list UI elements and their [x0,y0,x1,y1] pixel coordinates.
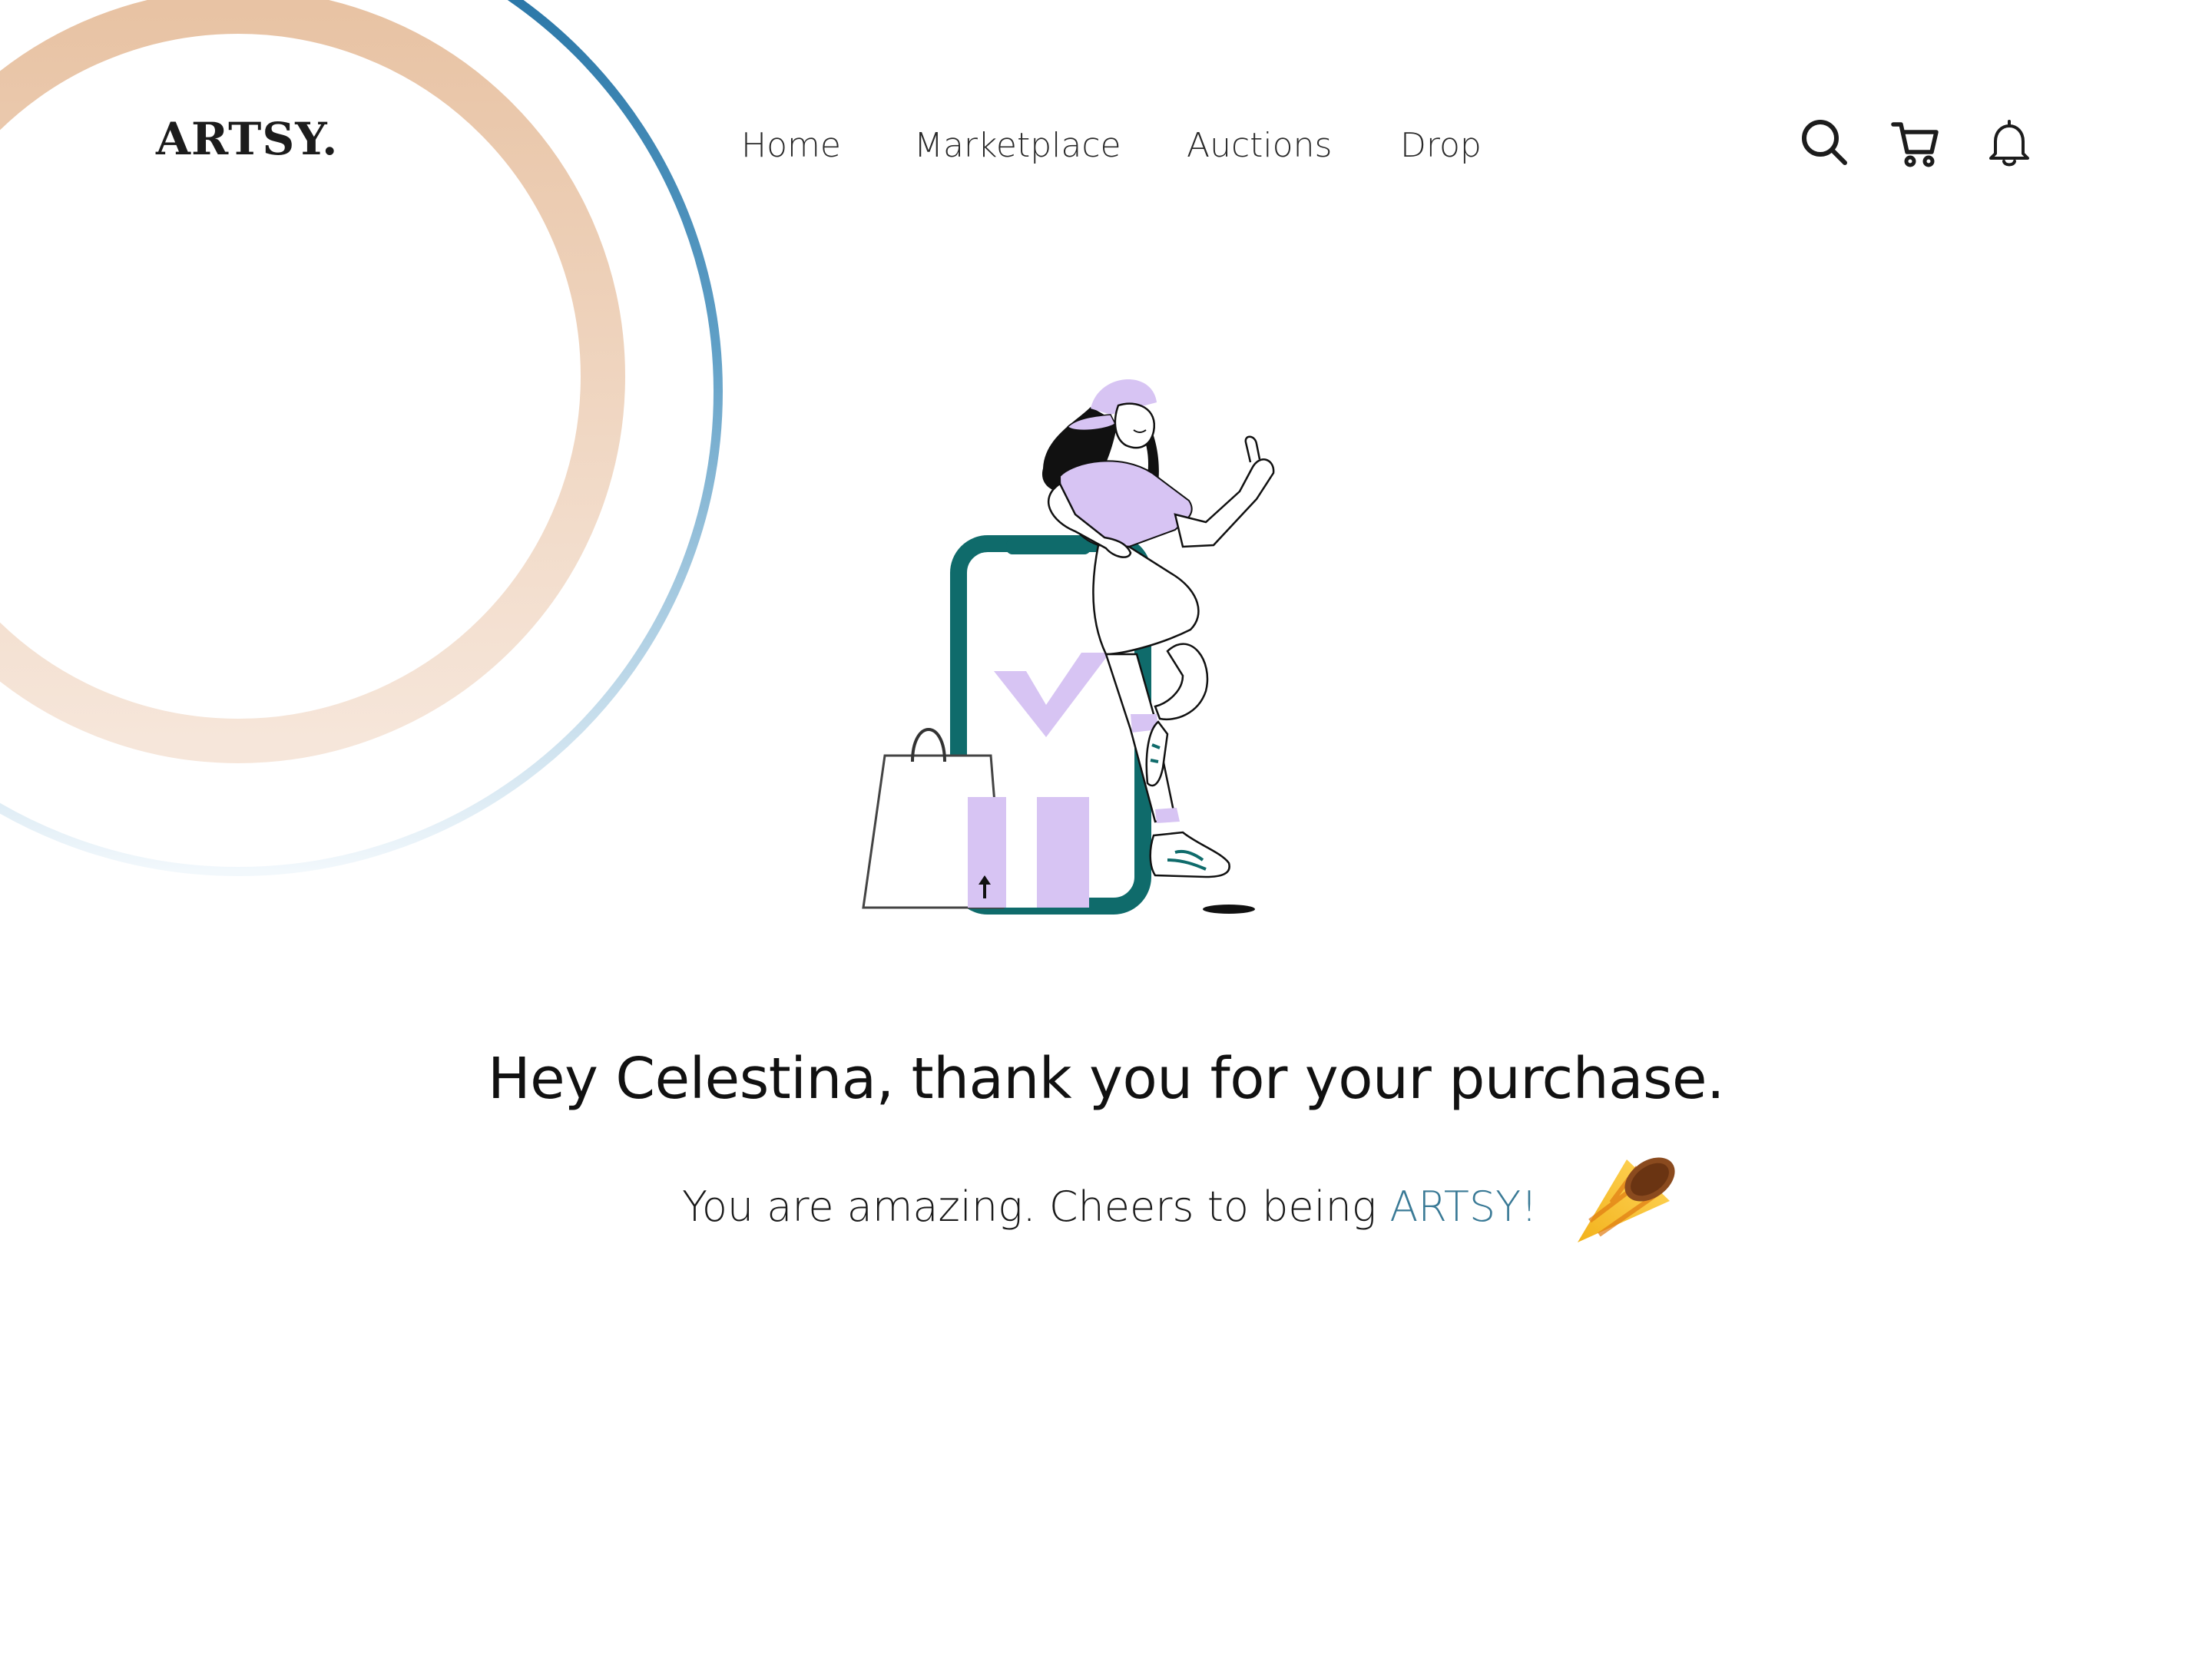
thank-you-subline: You are amazing. Cheers to being ARTSY! [682,1186,1538,1228]
search-button[interactable] [1797,115,1853,170]
cart-button[interactable] [1889,115,1944,170]
nav-item-auctions[interactable]: Auctions [1187,129,1332,163]
notifications-button[interactable] [1982,115,2037,170]
search-icon [1802,120,1847,165]
nav-item-marketplace[interactable]: Marketplace [914,129,1121,163]
bell-icon [1989,120,2029,167]
party-popper-icon [1578,1157,1675,1242]
nav-item-drop[interactable]: Drop [1400,129,1482,163]
purchase-success-illustration [862,379,1275,915]
nav-item-home[interactable]: Home [741,129,841,163]
sneaker-illustration [1149,831,1230,878]
subline-text: You are amazing. Cheers to being [682,1182,1390,1231]
thank-you-page: ARTSY. Home Marketplace Auctions Drop He… [0,0,2212,1677]
top-navigation: ARTSY. Home Marketplace Auctions Drop [0,0,2212,200]
thank-you-headline: Hey Celestina, thank you for your purcha… [487,1046,1725,1112]
brand-highlight: ARTSY! [1389,1182,1538,1231]
brand-logo[interactable]: ARTSY. [156,117,338,161]
cart-icon [1891,122,1939,167]
